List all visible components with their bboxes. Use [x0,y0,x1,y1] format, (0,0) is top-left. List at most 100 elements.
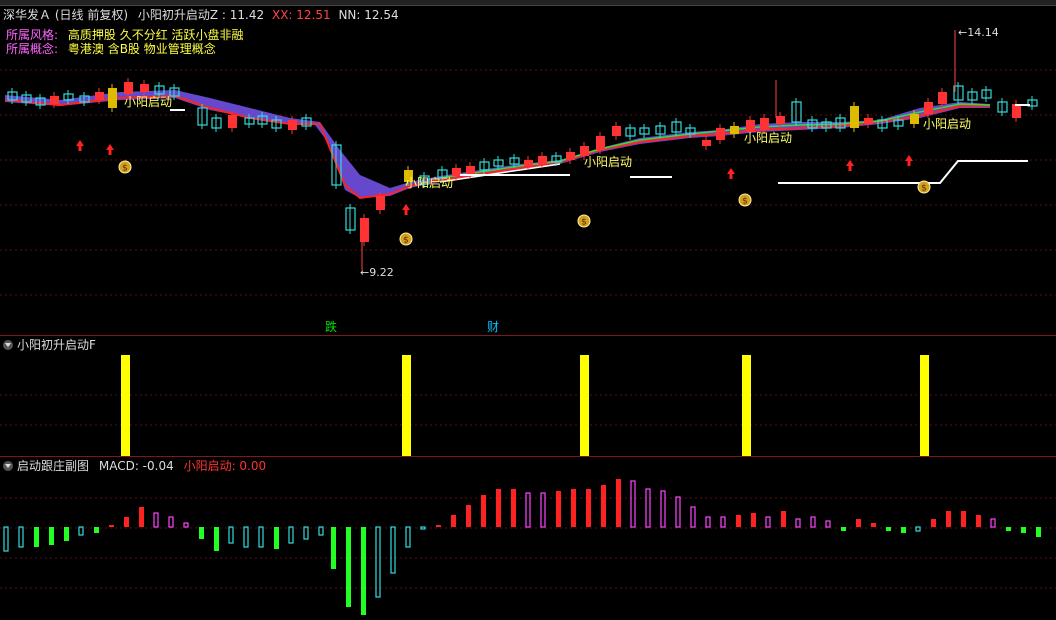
macd-bar [183,522,189,528]
macd-bar [645,488,651,528]
macd-bar [841,527,846,531]
macd-bar [931,519,936,527]
candle [108,88,117,108]
candle [524,160,533,166]
chevron-down-icon[interactable] [3,461,13,471]
macd-bar [243,526,249,548]
macd-bar [258,526,264,548]
finance-marker: 财 [487,320,500,334]
macd-bar [214,527,219,551]
candle [50,96,59,104]
macd-bar [3,526,9,552]
panel-macd-header: 启动跟庄副图 MACD: -0.04 小阳启动: 0.00 [3,459,266,473]
signal-bar [580,355,589,456]
macd-bar [751,513,756,527]
candle [864,118,873,124]
candle [95,92,104,100]
panel-macd-title[interactable]: 启动跟庄副图 [17,459,89,473]
macd-bar [871,523,876,527]
macd-bar [274,527,279,549]
fall-marker: 跌 [325,320,338,334]
up-arrow-icon [727,168,735,179]
up-arrow-icon [106,144,114,155]
signal-bar [402,355,411,456]
money-bag-icon: $ [742,197,748,207]
macd-bar [511,489,516,527]
macd-bar [375,526,381,598]
macd-bar [451,515,456,527]
macd-bar [765,516,771,528]
macd-bar [1036,527,1041,537]
macd-bar [199,527,204,539]
candle [360,218,369,242]
panel-divider [0,335,1056,336]
macd-bar [153,512,159,528]
up-arrow-icon [905,155,913,166]
macd-bar [436,525,441,527]
candle [596,136,605,150]
macd-bar [34,527,39,547]
candle [566,152,575,160]
money-bag-icon: $ [403,236,409,246]
chevron-down-icon[interactable] [3,340,13,350]
candle [228,115,237,128]
candle [612,126,621,136]
macd-bar [49,527,54,545]
signal-label: 小阳启动 [584,155,633,169]
macd-bar [228,526,234,544]
macd-bar [168,516,174,528]
macd-bar [331,527,336,569]
candle [538,156,547,164]
macd-bar [856,519,861,527]
macd-bar [810,516,816,528]
up-arrow-icon [846,160,854,171]
macd-bar [705,516,711,528]
macd-bar [390,526,396,574]
panel-f-title[interactable]: 小阳初升启动F [17,338,96,352]
candle [938,92,947,104]
macd-bar [64,527,69,541]
macd-bar [736,515,741,527]
macd-bar [288,526,294,544]
macd-signal-value: 小阳启动: 0.00 [183,459,267,473]
candle [376,196,385,210]
candle [776,116,785,124]
macd-bar [540,492,546,528]
candle [452,168,461,176]
macd-bar [990,518,996,528]
macd-bar [481,495,486,527]
macd-bar [675,496,681,528]
macd-bar [616,479,621,527]
macd-bar [690,506,696,528]
signal-label: 小阳启动 [405,176,454,190]
candle [716,128,725,140]
macd-bar [901,527,906,533]
signal-bar [121,355,130,456]
macd-bar [586,489,591,527]
candle [850,106,859,128]
macd-bar [496,489,501,527]
arrow-left-icon: ← [958,26,968,39]
macd-bar [1006,527,1011,531]
candle [760,118,769,130]
price-high-label: ←14.14 [958,26,999,40]
macd-bar [946,511,951,527]
macd-bar [556,491,561,527]
macd-bar [303,526,309,540]
macd-bar [361,527,366,615]
macd-bar [961,511,966,527]
candle [288,120,297,130]
macd-bar [405,526,411,548]
panel-divider [0,456,1056,457]
macd-bar [660,490,666,528]
macd-bar [886,527,891,531]
up-arrow-icon [76,140,84,151]
macd-bar [976,515,981,527]
signal-bars [121,355,929,456]
signal-label: 小阳启动 [744,131,793,145]
macd-bar [825,520,831,528]
candle [910,114,919,124]
candlestick-chart[interactable]: $ $ $ $ $ [0,0,1056,620]
macd-bar [630,480,636,528]
candle [466,166,475,174]
